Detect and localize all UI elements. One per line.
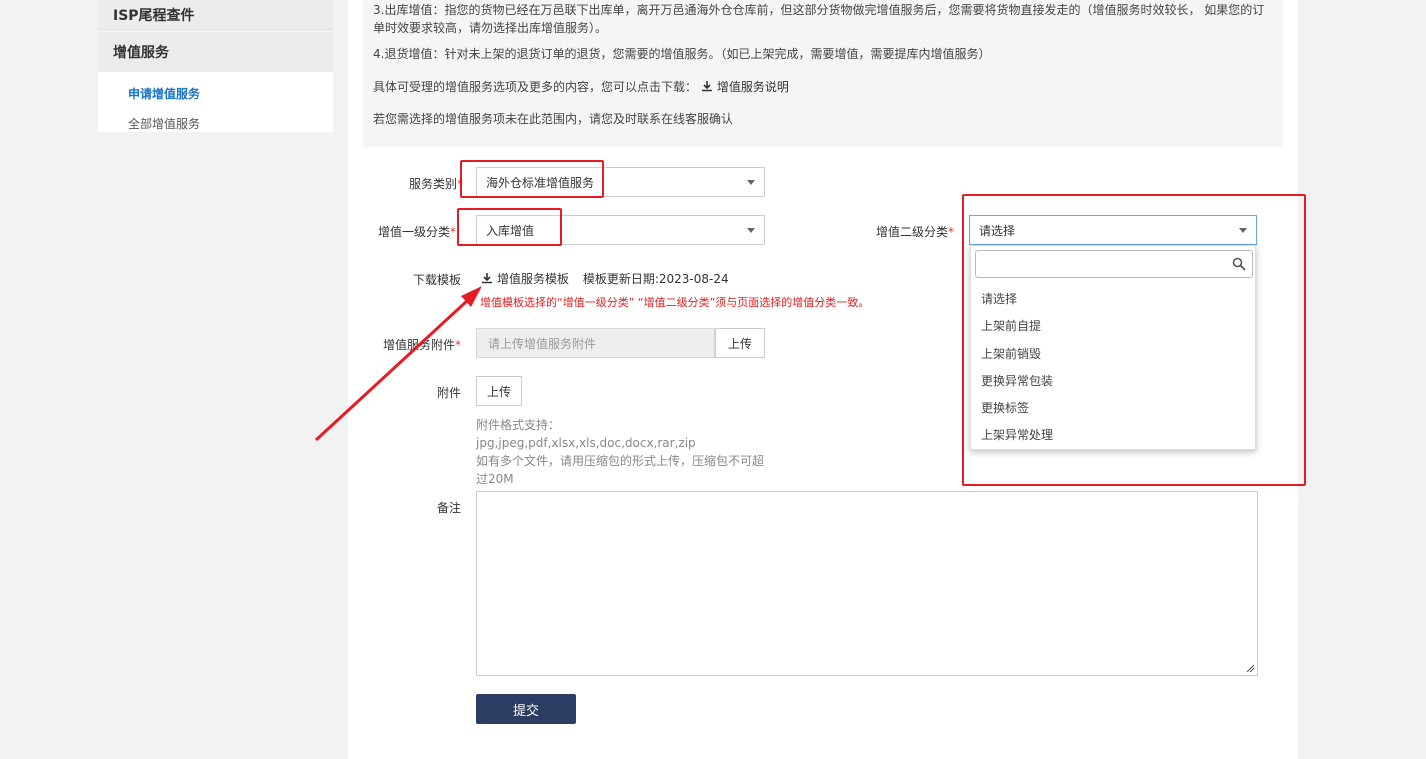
attachment-hint-line: 如有多个文件，请用压缩包的形式上传，压缩包不可超 bbox=[476, 454, 765, 468]
attachment-label: 附件 bbox=[436, 386, 461, 400]
dropdown-option[interactable]: 请选择 bbox=[981, 290, 1017, 307]
chevron-down-icon bbox=[747, 180, 755, 185]
remark-label: 备注 bbox=[436, 501, 461, 515]
attachment-hint: 附件格式支持：jpg,jpeg,pdf,xlsx,xls,doc,docx,ra… bbox=[476, 416, 776, 488]
template-label: 下载模板 bbox=[412, 273, 461, 287]
service-attachment-input[interactable]: 请上传增值服务附件 bbox=[476, 328, 715, 358]
service-type-label: 服务类别* bbox=[408, 177, 463, 191]
search-icon bbox=[1232, 257, 1246, 271]
submit-button[interactable]: 提交 bbox=[476, 694, 576, 724]
template-warning: 增值模板选择的“增值一级分类” “增值二级分类”须与页面选择的增值分类一致。 bbox=[480, 296, 870, 309]
remark-textarea[interactable] bbox=[476, 491, 1258, 676]
download-icon bbox=[482, 273, 492, 284]
template-row: 增值服务模板 模板更新日期:2023-08-24 bbox=[481, 270, 729, 287]
level2-category-label: 增值二级分类* bbox=[875, 225, 954, 239]
download-service-guide-link[interactable]: 增值服务说明 bbox=[701, 80, 789, 94]
notice-download-prefix: 具体可受理的增值服务选项及更多的内容，您可以点击下载： bbox=[373, 80, 698, 94]
notice-line-3b: 单时效要求较高，请勿选择出库增值服务）。 bbox=[373, 21, 608, 35]
download-template-label: 增值服务模板 bbox=[497, 272, 570, 286]
dropdown-option[interactable]: 上架异常处理 bbox=[981, 426, 1053, 443]
attachment-upload-button[interactable]: 上传 bbox=[476, 376, 522, 406]
level1-category-select[interactable]: 入库增值 bbox=[476, 215, 765, 245]
level2-category-value: 请选择 bbox=[979, 223, 1016, 238]
notice-box: 3.出库增值：指您的货物已经在万邑联下出库单，离开万邑通海外仓仓库前，但这部分货… bbox=[363, 0, 1283, 147]
level2-dropdown-menu: 请选择 上架前自提 上架前销毁 更换异常包装 更换标签 上架异常处理 bbox=[970, 245, 1256, 450]
main-panel: 3.出库增值：指您的货物已经在万邑联下出库单，离开万邑通海外仓仓库前，但这部分货… bbox=[348, 0, 1298, 759]
template-updated-date: 模板更新日期:2023-08-24 bbox=[582, 272, 729, 286]
sidebar: ISP尾程查件 增值服务 申请增值服务 全部增值服务 bbox=[98, 0, 333, 132]
attachment-hint-line: 过20M bbox=[476, 472, 514, 486]
notice-download-line: 具体可受理的增值服务选项及更多的内容，您可以点击下载： 增值服务说明 bbox=[373, 77, 1273, 97]
level1-category-label: 增值一级分类* bbox=[377, 225, 456, 239]
notice-contact-line: 若您需选择的增值服务项未在此范围内，请您及时联系在线客服确认 bbox=[373, 112, 734, 126]
service-type-value: 海外仓标准增值服务 bbox=[486, 175, 595, 190]
sidebar-submenu: 申请增值服务 全部增值服务 bbox=[98, 72, 333, 132]
chevron-down-icon bbox=[1239, 228, 1247, 233]
service-attachment-label: 增值服务附件* bbox=[382, 338, 461, 352]
dropdown-search-input[interactable] bbox=[975, 250, 1253, 278]
dropdown-option[interactable]: 更换标签 bbox=[981, 399, 1029, 416]
level2-category-select[interactable]: 请选择 bbox=[969, 215, 1257, 245]
sidebar-item-apply-service[interactable]: 申请增值服务 bbox=[98, 78, 333, 108]
service-attachment-upload-button[interactable]: 上传 bbox=[715, 328, 765, 358]
attachment-hint-line: 附件格式支持：jpg,jpeg,pdf,xlsx,xls,doc,docx,ra… bbox=[476, 418, 696, 450]
sidebar-section-value-added[interactable]: 增值服务 bbox=[98, 32, 333, 72]
level1-category-value: 入库增值 bbox=[486, 223, 535, 238]
notice-line-4: 4.退货增值：针对未上架的退货订单的退货，您需要的增值服务。（如已上架完成，需要… bbox=[373, 47, 991, 61]
notice-line-3a: 3.出库增值：指您的货物已经在万邑联下出库单，离开万邑通海外仓仓库前，但这部分货… bbox=[373, 3, 1265, 17]
download-template-link[interactable]: 增值服务模板 bbox=[481, 272, 573, 286]
sidebar-item-isp-tracking[interactable]: ISP尾程查件 bbox=[98, 0, 333, 30]
service-type-select[interactable]: 海外仓标准增值服务 bbox=[476, 167, 765, 197]
chevron-down-icon bbox=[747, 228, 755, 233]
sidebar-item-all-services[interactable]: 全部增值服务 bbox=[98, 108, 333, 138]
resize-grip-icon[interactable] bbox=[1245, 663, 1255, 673]
dropdown-option[interactable]: 上架前销毁 bbox=[981, 345, 1041, 362]
download-icon bbox=[701, 81, 712, 92]
dropdown-option[interactable]: 上架前自提 bbox=[981, 317, 1041, 334]
dropdown-option[interactable]: 更换异常包装 bbox=[981, 372, 1053, 389]
download-service-guide-label: 增值服务说明 bbox=[716, 80, 789, 94]
